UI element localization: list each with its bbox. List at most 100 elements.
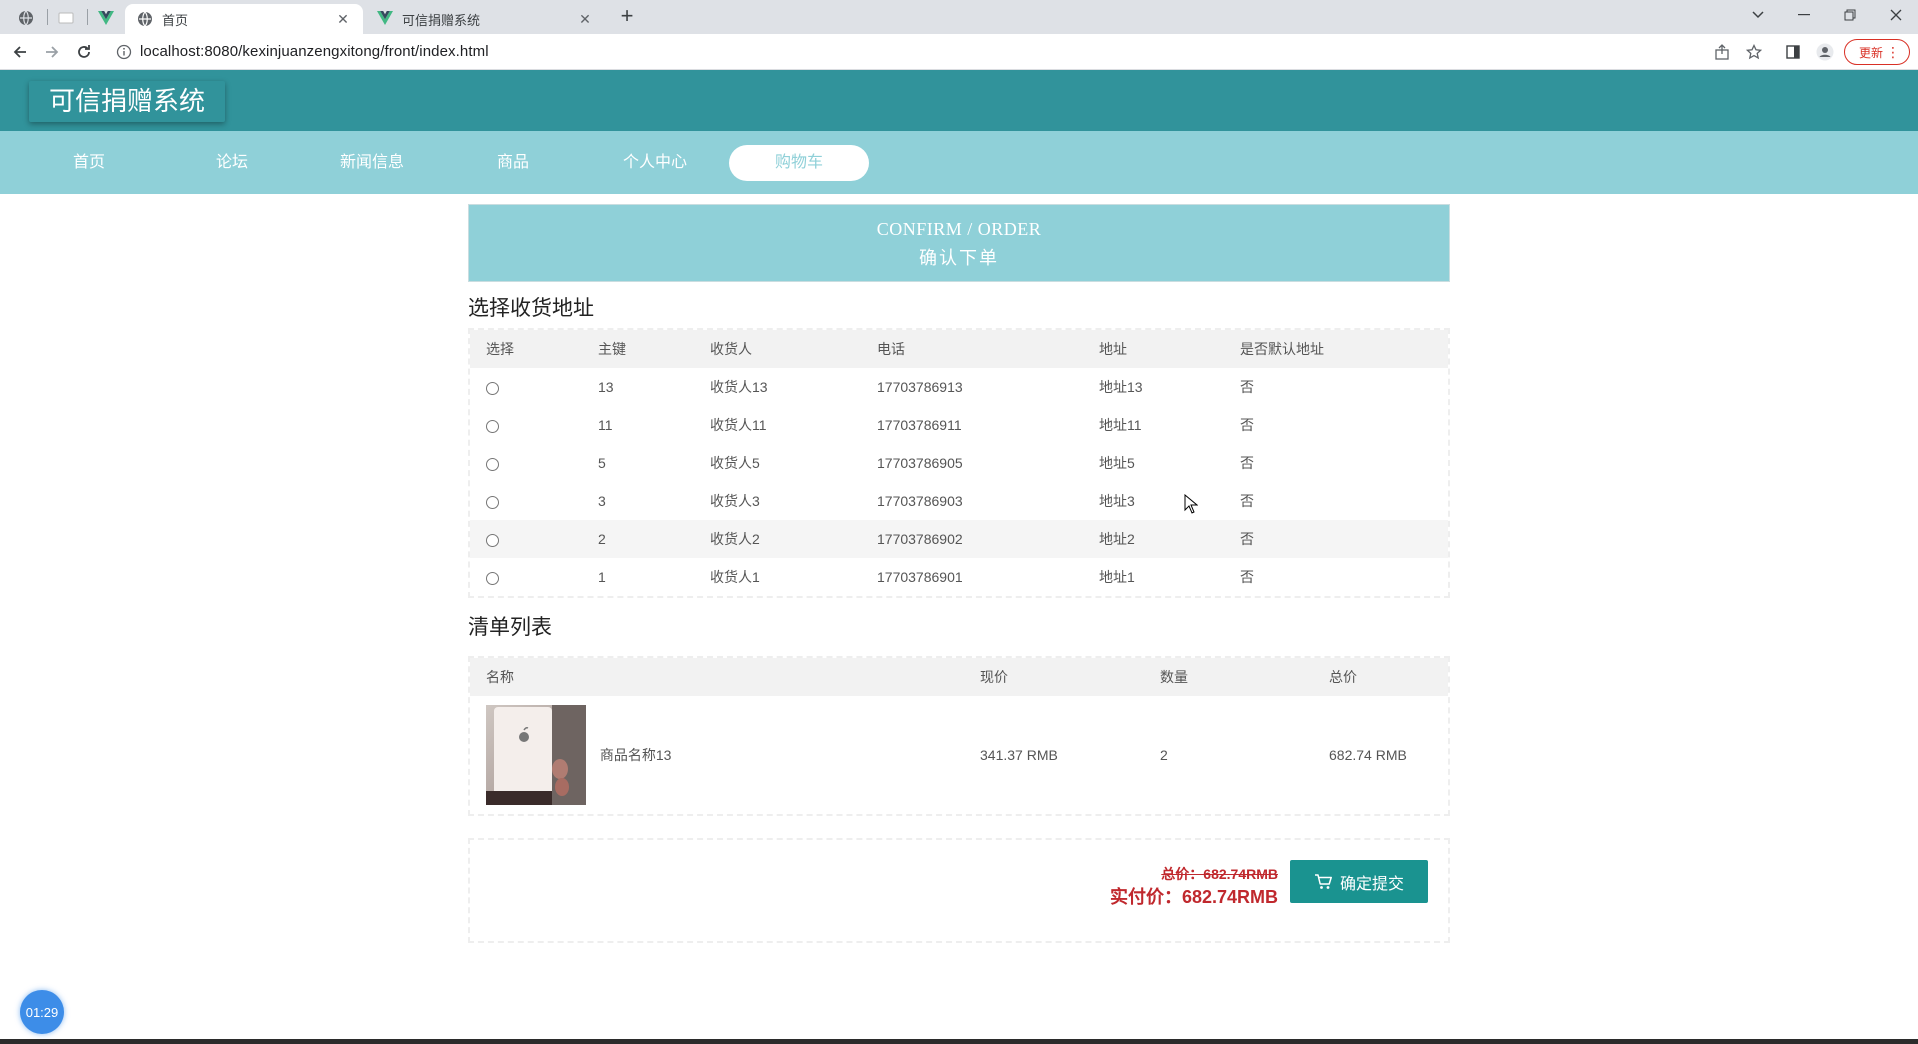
close-icon[interactable]: ✕ [577,11,593,28]
address-recipient: 收货人1 [710,569,760,585]
back-icon[interactable] [9,41,31,63]
address-default: 否 [1224,520,1448,558]
update-button[interactable]: 更新 ⋮ [1844,39,1910,65]
globe-tab-icon[interactable] [11,6,41,30]
table-row[interactable]: 11 收货人11 17703786911 地址11 否 [470,406,1448,444]
tab-title: 首页 [162,12,189,28]
address-table: 选择 主键 收货人 电话 地址 是否默认地址 13 收货人13 17703786… [468,328,1450,598]
address-default: 否 [1240,379,1254,395]
address-recipient: 收货人11 [710,417,767,433]
blank-tab-icon[interactable] [51,6,81,30]
column-header: 是否默认地址 [1224,330,1448,368]
goods-image[interactable] [486,705,586,805]
address-phone: 17703786911 [877,417,962,433]
nav-personal-center[interactable]: 个人中心 [610,145,700,181]
address-radio[interactable] [486,571,499,585]
address-recipient: 收货人13 [710,379,768,395]
table-row[interactable]: 1 收货人1 17703786901 地址1 否 [470,558,1448,596]
browser-toolbar: localhost:8080/kexinjuanzengxitong/front… [0,34,1918,70]
forward-icon[interactable] [41,41,63,63]
browser-tab-strip: 首页 ✕ 可信捐赠系统 ✕ + [0,0,1918,34]
address-recipient: 收货人5 [710,455,760,471]
address-id: 3 [598,493,606,509]
menu-icon[interactable]: ⋮ [1886,43,1900,61]
confirm-order-banner: CONFIRM / ORDER 确认下单 [468,204,1450,282]
minimize-button[interactable] [1782,0,1826,30]
taskbar-edge [0,1039,1918,1044]
tab-home[interactable]: 首页 ✕ [125,4,363,34]
goods-total: 682.74 RMB [1329,747,1407,763]
goods-table: 名称 现价 数量 总价 商品名称13 341.37 RMB 2 682.74 R… [468,656,1450,816]
info-icon[interactable] [116,44,132,60]
address-phone: 17703786901 [877,569,963,585]
address-text: 地址1 [1099,569,1135,585]
vue-icon [377,11,393,27]
actual-total: 实付价：682.74RMB [1109,887,1278,907]
nav-home[interactable]: 首页 [54,145,124,181]
table-row[interactable]: 3 收货人3 17703786903 地址3 否 [470,482,1448,520]
column-header: 名称 [470,658,964,696]
table-row[interactable]: 13 收货人13 17703786913 地址13 否 [470,368,1448,406]
address-id: 2 [582,520,694,558]
recording-timer[interactable]: 01:29 [20,990,64,1034]
address-radio[interactable] [486,457,499,471]
address-section-title: 选择收货地址 [468,297,594,320]
column-header: 选择 [470,330,582,368]
sidepanel-icon[interactable] [1784,43,1802,61]
address-phone: 17703786905 [877,455,963,471]
submit-order-button[interactable]: 确定提交 [1290,860,1428,903]
address-radio[interactable] [486,495,499,509]
address-text: 地址13 [1099,379,1143,395]
goods-table-header: 名称 现价 数量 总价 [470,658,1448,696]
address-text: 地址11 [1099,417,1142,433]
reload-icon[interactable] [73,41,95,63]
address-phone: 17703786903 [877,493,963,509]
site-title[interactable]: 可信捐赠系统 [29,81,226,122]
main-nav: 首页 论坛 新闻信息 商品 个人中心 购物车 [0,131,1918,194]
address-default: 否 [1240,455,1254,471]
new-tab-button[interactable]: + [614,5,640,29]
close-icon[interactable]: ✕ [335,11,351,28]
url-bar[interactable]: localhost:8080/kexinjuanzengxitong/front… [140,43,489,60]
column-header: 收货人 [694,330,861,368]
address-recipient: 收货人2 [694,520,861,558]
goods-quantity: 2 [1160,747,1168,763]
address-radio[interactable] [486,533,499,547]
goods-name: 商品名称13 [599,747,672,763]
share-icon[interactable] [1713,43,1731,61]
address-id: 11 [598,417,613,433]
update-label: 更新 [1859,45,1884,60]
goods-section-title: 清单列表 [468,616,552,639]
cart-icon [1314,873,1332,889]
address-id: 13 [598,379,614,395]
close-window-button[interactable] [1874,0,1918,30]
address-id: 1 [598,569,606,585]
column-header: 主键 [582,330,694,368]
nav-cart[interactable]: 购物车 [729,145,869,181]
address-recipient: 收货人3 [710,493,760,509]
vue-tab-icon[interactable] [91,6,121,30]
column-header: 地址 [1083,330,1224,368]
address-radio[interactable] [486,419,499,433]
column-header: 数量 [1144,658,1313,696]
tab-search-icon[interactable] [1736,0,1780,30]
table-row[interactable]: 2 收货人2 17703786902 地址2 否 [470,520,1448,558]
profile-icon[interactable] [1816,43,1834,61]
column-header: 总价 [1313,658,1448,696]
table-row[interactable]: 5 收货人5 17703786905 地址5 否 [470,444,1448,482]
site-header: 可信捐赠系统 [0,70,1918,131]
address-table-header: 选择 主键 收货人 电话 地址 是否默认地址 [470,330,1448,368]
address-id: 5 [598,455,606,471]
goods-price: 341.37 RMB [980,747,1058,763]
address-phone: 17703786902 [861,520,1083,558]
tab-donation-system[interactable]: 可信捐赠系统 ✕ [365,4,605,34]
restore-button[interactable] [1828,0,1872,30]
nav-goods[interactable]: 商品 [478,145,548,181]
nav-news[interactable]: 新闻信息 [329,145,415,181]
address-radio[interactable] [486,381,499,395]
star-icon[interactable] [1745,43,1763,61]
tab-title: 可信捐赠系统 [402,12,481,28]
order-summary: 总价：682.74RMB 实付价：682.74RMB 确定提交 [468,838,1450,943]
nav-forum[interactable]: 论坛 [197,145,267,181]
address-text: 地址5 [1099,455,1135,471]
